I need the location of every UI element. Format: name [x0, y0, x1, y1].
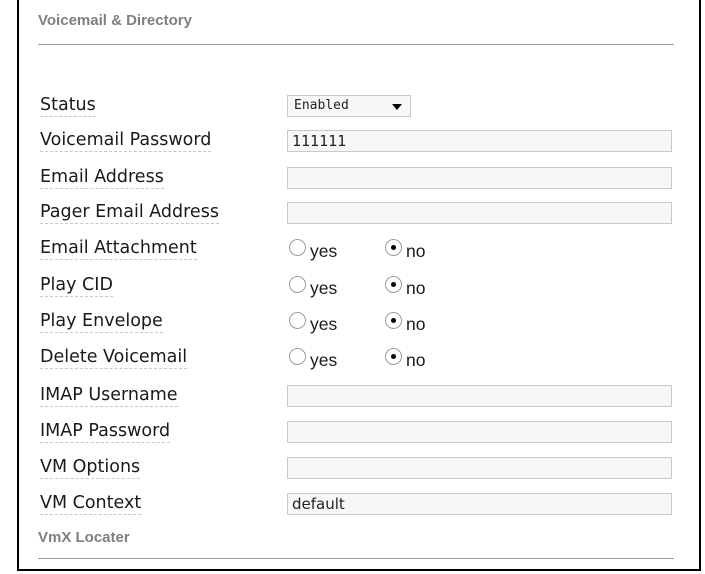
- imap-username-row: IMAP Username: [38, 383, 678, 411]
- section-title: Voicemail & Directory: [38, 12, 192, 29]
- imap-password-label: IMAP Password: [40, 421, 171, 443]
- vm-options-label: VM Options: [40, 457, 141, 479]
- imap-password-input[interactable]: [287, 421, 672, 443]
- vm-context-input[interactable]: default: [287, 493, 672, 515]
- pager-email-address-label: Pager Email Address: [40, 202, 219, 224]
- voicemail-password-row: Voicemail Password 111111: [38, 128, 678, 156]
- play-cid-yes-label: yes: [310, 278, 338, 298]
- vmx-locater-divider: [38, 558, 674, 559]
- status-row: Status Enabled: [38, 93, 678, 121]
- email-address-input[interactable]: [287, 167, 672, 189]
- play-cid-row: Play CID yes no: [38, 273, 678, 301]
- vm-context-label: VM Context: [40, 493, 142, 515]
- vm-options-input[interactable]: [287, 457, 672, 479]
- play-envelope-label: Play Envelope: [40, 311, 163, 333]
- email-attachment-yes-label: yes: [310, 241, 338, 261]
- email-attachment-label: Email Attachment: [40, 238, 197, 260]
- delete-voicemail-row: Delete Voicemail yes no: [38, 345, 678, 373]
- section-divider: [38, 44, 674, 45]
- imap-username-input[interactable]: [287, 385, 672, 407]
- play-envelope-no-label: no: [406, 314, 426, 334]
- delete-voicemail-no-label: no: [406, 350, 426, 370]
- email-attachment-no-label: no: [406, 241, 426, 261]
- voicemail-password-label: Voicemail Password: [40, 130, 212, 152]
- pager-email-address-row: Pager Email Address: [38, 200, 678, 228]
- play-cid-no-radio[interactable]: [385, 276, 402, 293]
- imap-password-row: IMAP Password: [38, 419, 678, 447]
- imap-username-label: IMAP Username: [40, 385, 178, 407]
- play-envelope-yes-label: yes: [310, 314, 338, 334]
- email-address-label: Email Address: [40, 167, 164, 189]
- chevron-down-icon: [392, 104, 402, 110]
- vm-context-row: VM Context default: [38, 491, 678, 519]
- play-cid-label: Play CID: [40, 275, 113, 297]
- email-attachment-row: Email Attachment yes no: [38, 236, 678, 264]
- vm-options-row: VM Options: [38, 455, 678, 483]
- email-attachment-no-radio[interactable]: [385, 239, 402, 256]
- status-select[interactable]: Enabled: [287, 95, 411, 117]
- email-address-row: Email Address: [38, 165, 678, 193]
- status-select-value: Enabled: [294, 98, 349, 113]
- play-envelope-row: Play Envelope yes no: [38, 309, 678, 337]
- pager-email-address-input[interactable]: [287, 202, 672, 224]
- play-cid-no-label: no: [406, 278, 426, 298]
- delete-voicemail-label: Delete Voicemail: [40, 347, 188, 369]
- play-cid-yes-radio[interactable]: [289, 276, 306, 293]
- delete-voicemail-no-radio[interactable]: [385, 348, 402, 365]
- delete-voicemail-yes-radio[interactable]: [289, 348, 306, 365]
- play-envelope-yes-radio[interactable]: [289, 312, 306, 329]
- delete-voicemail-yes-label: yes: [310, 350, 338, 370]
- vmx-locater-title: VmX Locater: [38, 529, 130, 546]
- email-attachment-yes-radio[interactable]: [289, 239, 306, 256]
- status-label: Status: [40, 95, 96, 117]
- voicemail-password-input[interactable]: 111111: [287, 130, 672, 152]
- play-envelope-no-radio[interactable]: [385, 312, 402, 329]
